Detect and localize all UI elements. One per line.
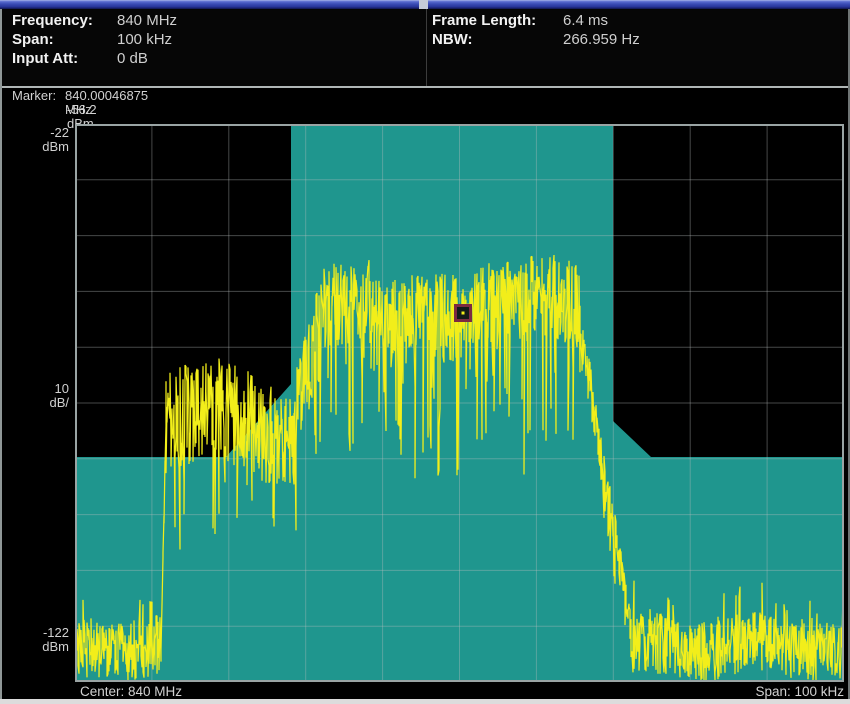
frame-length-value: 6.4 ms: [563, 11, 608, 30]
screen-left-border: [0, 9, 2, 704]
header-divider: [426, 9, 427, 87]
y-axis-bottom-value: -122: [0, 626, 69, 640]
span-row: Span: 100 kHz: [12, 30, 54, 49]
spectrum-plot: [75, 124, 844, 682]
input-att-label: Input Att:: [12, 50, 78, 67]
y-axis-bottom-unit: dBm: [0, 640, 69, 654]
center-frequency-label: Center: 840 MHz: [80, 684, 182, 699]
span-label: Span:: [12, 31, 54, 48]
nbw-value: 266.959 Hz: [563, 30, 640, 49]
frequency-value: 840 MHz: [117, 11, 177, 30]
span-value: 100 kHz: [117, 30, 172, 49]
frame-length-row: Frame Length: 6.4 ms: [432, 11, 536, 30]
analyzer-screen: Frequency: 840 MHz Span: 100 kHz Input A…: [0, 0, 850, 704]
bottom-border-strip: [0, 699, 850, 704]
y-axis-top-value: -22: [0, 126, 69, 140]
marker-1-center-dot: [462, 312, 465, 315]
frequency-row: Frequency: 840 MHz: [12, 11, 93, 30]
y-axis-scale-unit: dB/: [0, 396, 69, 410]
y-axis-top-label: -22 dBm: [0, 126, 69, 154]
span-footer-label: Span: 100 kHz: [755, 684, 844, 699]
marker-readout-label: Marker:: [12, 88, 56, 103]
titlebar-panel-gap: [419, 0, 428, 9]
nbw-label: NBW:: [432, 31, 473, 48]
marker-readout: Marker: 840.00046875 MHz -56.2 dBm: [12, 89, 56, 103]
y-axis-top-unit: dBm: [0, 140, 69, 154]
frame-length-label: Frame Length:: [432, 12, 536, 29]
header-panel: Frequency: 840 MHz Span: 100 kHz Input A…: [0, 9, 850, 87]
frequency-label: Frequency:: [12, 12, 93, 29]
input-att-value: 0 dB: [117, 49, 148, 68]
y-axis-scale-label: 10 dB/: [0, 382, 69, 410]
y-axis-bottom-label: -122 dBm: [0, 626, 69, 654]
nbw-row: NBW: 266.959 Hz: [432, 30, 473, 49]
y-axis-scale-value: 10: [0, 382, 69, 396]
input-att-row: Input Att: 0 dB: [12, 49, 78, 68]
